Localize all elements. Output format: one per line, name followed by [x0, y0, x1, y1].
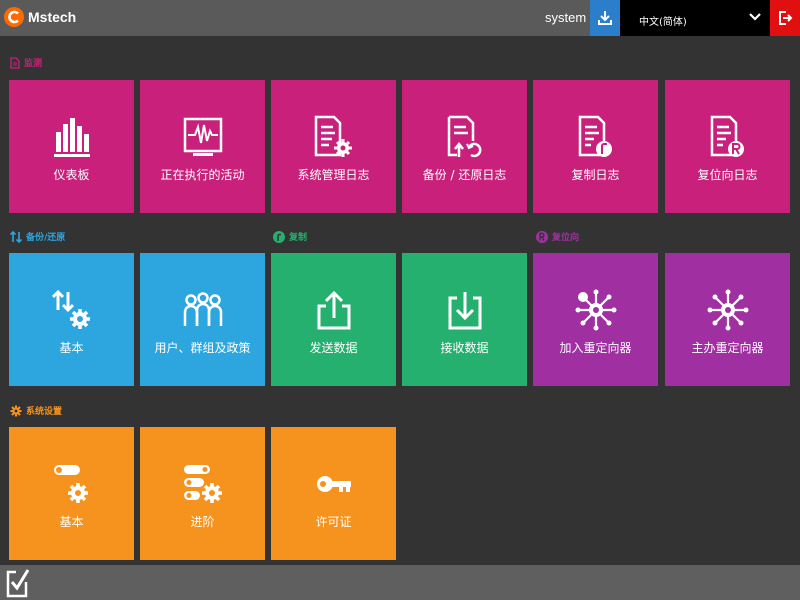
redirect-icon [536, 231, 548, 243]
tile-label: 基本 [9, 339, 134, 356]
download-icon [597, 10, 613, 26]
tile-label: 进阶 [140, 513, 265, 530]
toggles-gear-icon [140, 461, 265, 507]
key-icon [271, 461, 396, 507]
download-button[interactable] [590, 0, 620, 36]
tile-redirect-log[interactable]: 复位向日志 [665, 80, 790, 213]
chevron-down-icon [748, 10, 762, 24]
section-monitor: 监测 [10, 56, 42, 69]
tile-label: 系统管理日志 [271, 166, 396, 183]
tile-running-activities[interactable]: 正在执行的活动 [140, 80, 265, 213]
toggle-gear-icon [9, 461, 134, 507]
document-replication-icon [533, 114, 658, 160]
tile-master-redirector[interactable]: 主办重定向器 [665, 253, 790, 386]
tile-backup-basic[interactable]: 基本 [9, 253, 134, 386]
document-icon [10, 57, 20, 69]
tile-label: 许可证 [271, 513, 396, 530]
tile-join-redirector[interactable]: 加入重定向器 [533, 253, 658, 386]
monitor-pulse-icon [140, 114, 265, 160]
network-hub-icon [665, 287, 790, 333]
tile-settings-advanced[interactable]: 进阶 [140, 427, 265, 560]
document-backup-icon [402, 114, 527, 160]
tile-label: 用户、群组及政策 [140, 339, 265, 356]
arrows-gear-icon [9, 287, 134, 333]
top-bar: Mstech system 中文(简体) [0, 0, 800, 36]
tile-send-data[interactable]: 发送数据 [271, 253, 396, 386]
section-replication: 复制 [273, 230, 307, 243]
document-redirect-icon [665, 114, 790, 160]
users-icon [140, 287, 265, 333]
brand-name: Mstech [28, 9, 76, 25]
network-hub-icon [533, 287, 658, 333]
tile-label: 基本 [9, 513, 134, 530]
bottom-bar [0, 565, 800, 600]
logout-button[interactable] [770, 0, 800, 36]
download-tray-icon [402, 287, 527, 333]
bar-chart-icon [9, 114, 134, 160]
gear-icon [10, 405, 22, 417]
section-backup-restore: 备份/还原 [10, 230, 65, 243]
section-system-settings: 系统设置 [10, 404, 62, 417]
tile-label: 加入重定向器 [533, 339, 658, 356]
checklist-icon[interactable] [6, 568, 30, 598]
tile-label: 发送数据 [271, 339, 396, 356]
tile-label: 仪表板 [9, 166, 134, 183]
tile-replication-log[interactable]: 复制日志 [533, 80, 658, 213]
tile-backup-restore-log[interactable]: 备份 / 还原日志 [402, 80, 527, 213]
tile-users-groups-policies[interactable]: 用户、群组及政策 [140, 253, 265, 386]
tile-label: 接收数据 [402, 339, 527, 356]
section-title-replication: 复制 [289, 230, 307, 243]
section-title-redirect: 复位向 [552, 230, 579, 243]
username: system [545, 10, 586, 25]
document-gear-icon [271, 114, 396, 160]
tile-settings-basic[interactable]: 基本 [9, 427, 134, 560]
upload-icon [271, 287, 396, 333]
section-title-monitor: 监测 [24, 56, 42, 69]
tile-license[interactable]: 许可证 [271, 427, 396, 560]
tile-system-log[interactable]: 系统管理日志 [271, 80, 396, 213]
language-select[interactable]: 中文(简体) [620, 0, 770, 36]
tile-label: 备份 / 还原日志 [402, 166, 527, 183]
section-title-settings: 系统设置 [26, 404, 62, 417]
mstech-logo-icon [4, 7, 24, 27]
tile-label: 主办重定向器 [665, 339, 790, 356]
tile-label: 正在执行的活动 [140, 166, 265, 183]
language-value: 中文(简体) [639, 13, 687, 28]
tile-label: 复制日志 [533, 166, 658, 183]
section-title-backup: 备份/还原 [26, 230, 65, 243]
tile-label: 复位向日志 [665, 166, 790, 183]
up-down-arrows-icon [10, 231, 22, 243]
section-redirect: 复位向 [536, 230, 579, 243]
logout-icon [777, 10, 793, 26]
replication-icon [273, 231, 285, 243]
tile-dashboard[interactable]: 仪表板 [9, 80, 134, 213]
tile-receive-data[interactable]: 接收数据 [402, 253, 527, 386]
